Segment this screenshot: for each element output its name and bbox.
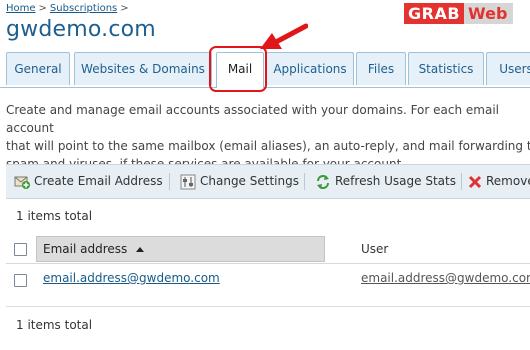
toolbar-divider bbox=[461, 173, 462, 190]
mail-toolbar: Create Email Address Change Settings Ref… bbox=[6, 164, 530, 199]
breadcrumb-home-link[interactable]: Home bbox=[6, 3, 36, 14]
tab-websites-domains[interactable]: Websites & Domains bbox=[74, 52, 212, 85]
mail-description: Create and manage email accounts associa… bbox=[6, 101, 530, 173]
create-email-address-label: Create Email Address bbox=[34, 174, 163, 188]
toolbar-divider bbox=[169, 173, 170, 190]
remove-label: Remove bbox=[486, 174, 530, 188]
remove-button[interactable]: Remove bbox=[468, 165, 530, 198]
create-email-address-button[interactable]: Create Email Address bbox=[14, 165, 163, 198]
settings-sliders-icon bbox=[180, 174, 196, 189]
email-address-column-label: Email address bbox=[43, 242, 128, 256]
select-all-checkbox[interactable] bbox=[14, 243, 27, 256]
toolbar-divider bbox=[304, 173, 305, 190]
breadcrumb-subscriptions-link[interactable]: Subscriptions bbox=[50, 3, 117, 14]
table-header: Email address User bbox=[6, 235, 530, 264]
refresh-icon bbox=[317, 174, 329, 189]
description-line: that will point to the same mailbox (ema… bbox=[6, 139, 530, 153]
breadcrumb: Home > Subscriptions > bbox=[6, 3, 132, 14]
watermark-part1: GRAB bbox=[404, 3, 465, 24]
email-address-link[interactable]: email.address@gwdemo.com bbox=[43, 271, 220, 285]
page-title: gwdemo.com bbox=[6, 17, 156, 42]
user-column-header[interactable]: User bbox=[361, 235, 388, 263]
tab-applications[interactable]: Applications bbox=[266, 52, 354, 85]
description-line: Create and manage email accounts associa… bbox=[6, 103, 499, 135]
remove-x-icon bbox=[468, 175, 482, 188]
sort-ascending-icon bbox=[136, 247, 145, 252]
pointer-arrow-icon bbox=[260, 23, 308, 49]
tab-users[interactable]: Users bbox=[486, 52, 530, 85]
row-checkbox[interactable] bbox=[14, 274, 27, 287]
change-settings-label: Change Settings bbox=[200, 174, 299, 188]
refresh-usage-stats-button[interactable]: Refresh Usage Stats bbox=[315, 165, 456, 198]
items-total-bottom: 1 items total bbox=[16, 318, 93, 332]
table-row: email.address@gwdemo.com email.address@g… bbox=[6, 264, 530, 307]
watermark-logo: GRAB Web bbox=[404, 3, 514, 24]
breadcrumb-separator: > bbox=[38, 3, 47, 14]
email-address-column-header[interactable]: Email address bbox=[36, 236, 325, 262]
refresh-usage-stats-label: Refresh Usage Stats bbox=[335, 174, 456, 188]
watermark-part2: Web bbox=[464, 3, 514, 24]
tab-files[interactable]: Files bbox=[356, 52, 406, 85]
tab-statistics[interactable]: Statistics bbox=[408, 52, 484, 85]
add-mail-icon bbox=[14, 176, 30, 189]
user-link[interactable]: email.address@gwdemo.com bbox=[361, 271, 530, 285]
change-settings-button[interactable]: Change Settings bbox=[180, 165, 299, 198]
items-total-top: 1 items total bbox=[16, 209, 93, 223]
tab-general[interactable]: General bbox=[6, 52, 70, 85]
breadcrumb-separator: > bbox=[120, 3, 129, 14]
